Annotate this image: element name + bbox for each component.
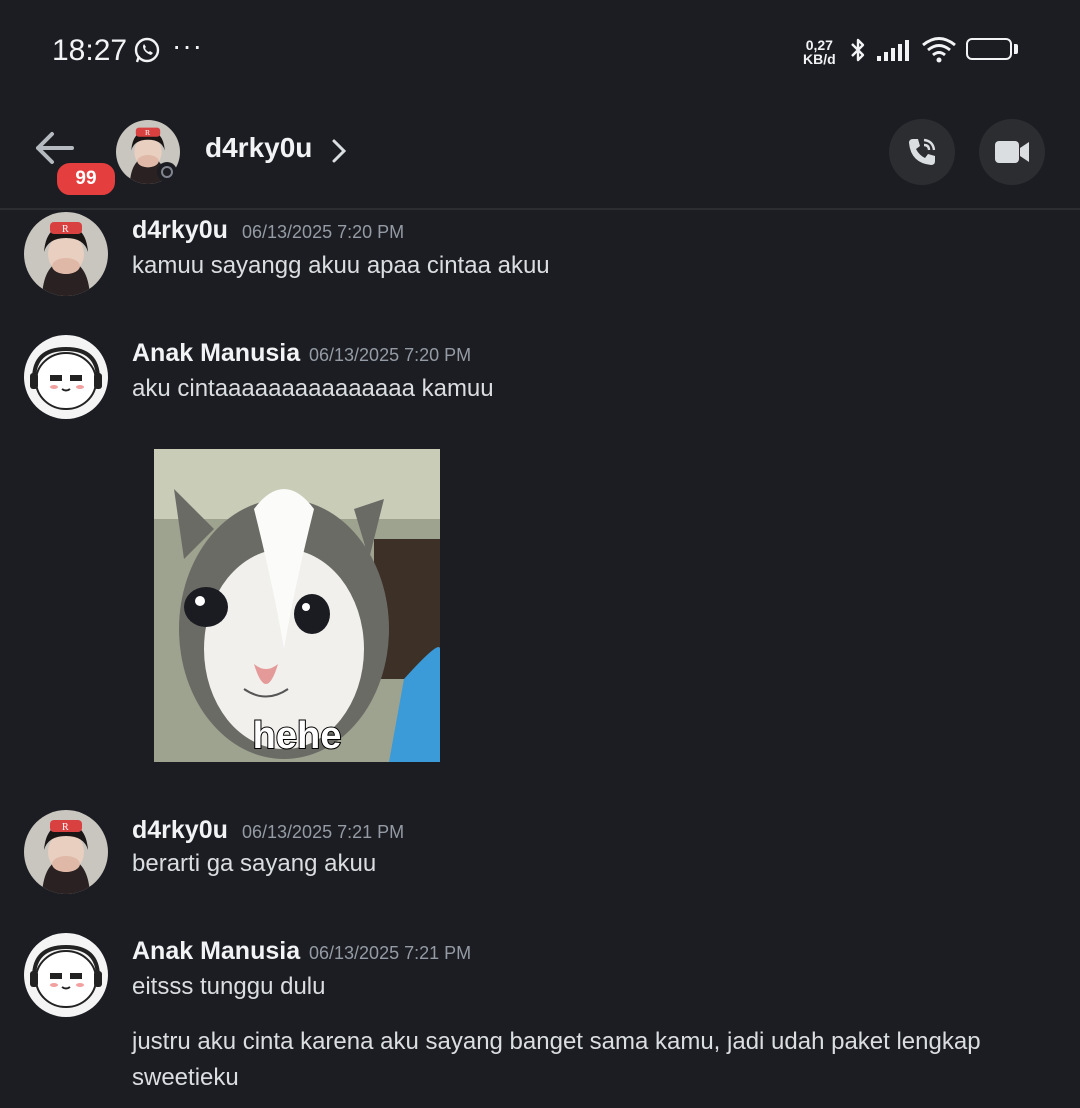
page-title[interactable]: d4rky0u: [205, 132, 312, 164]
offline-status-icon: [157, 162, 177, 182]
message-text: justru aku cinta karena aku sayang bange…: [132, 1028, 981, 1091]
avatar[interactable]: R: [24, 810, 108, 894]
avatar[interactable]: R: [24, 212, 108, 296]
message-text: eitsss tunggu dulu: [132, 973, 326, 1000]
unread-badge: 99: [54, 160, 118, 198]
wifi-icon: [921, 36, 957, 69]
svg-text:R: R: [62, 822, 69, 833]
chevron-right-icon[interactable]: [330, 138, 348, 169]
net-speed-unit: KB/d: [803, 51, 836, 67]
image-caption: hehe: [252, 714, 343, 758]
status-time: 18:27: [52, 34, 128, 67]
battery-cap: [1014, 44, 1018, 54]
message-timestamp: 06/13/2025 7:21 PM: [242, 822, 405, 842]
message-timestamp: 06/13/2025 7:20 PM: [309, 345, 472, 365]
whatsapp-icon: [133, 37, 161, 70]
message-text: aku cintaaaaaaaaaaaaaaa kamuu: [132, 375, 494, 402]
bluetooth-icon: [848, 36, 868, 69]
chat-header: 99 R d4rky0u: [0, 100, 1080, 210]
message-author[interactable]: d4rky0u: [132, 816, 228, 845]
net-speed: 0,27 KB/d: [803, 38, 836, 66]
avatar[interactable]: [24, 335, 108, 419]
video-call-button[interactable]: [979, 119, 1045, 185]
video-camera-icon: [995, 141, 1029, 163]
svg-text:R: R: [62, 224, 69, 235]
message-author[interactable]: Anak Manusia: [132, 937, 300, 966]
battery-level: 60: [980, 40, 998, 57]
net-speed-value: 0,27: [805, 37, 833, 53]
avatar[interactable]: [24, 933, 108, 1017]
phone-icon: [909, 138, 936, 165]
message-text: kamuu sayangg akuu apaa cintaa akuu: [132, 252, 550, 279]
message-timestamp: 06/13/2025 7:21 PM: [309, 943, 472, 963]
message-author[interactable]: d4rky0u: [132, 216, 228, 245]
status-bar: 18:27 ··· 0,27 KB/d 60: [0, 0, 1080, 100]
signal-icon: [876, 38, 914, 67]
message-timestamp: 06/13/2025 7:20 PM: [242, 222, 405, 242]
message-text: berarti ga sayang akuu: [132, 850, 377, 877]
battery-icon: 60: [966, 38, 1012, 60]
image-attachment[interactable]: hehe: [154, 449, 440, 762]
more-notifications-icon: ···: [172, 30, 203, 61]
voice-call-button[interactable]: [889, 119, 955, 185]
message-author[interactable]: Anak Manusia: [132, 339, 300, 368]
